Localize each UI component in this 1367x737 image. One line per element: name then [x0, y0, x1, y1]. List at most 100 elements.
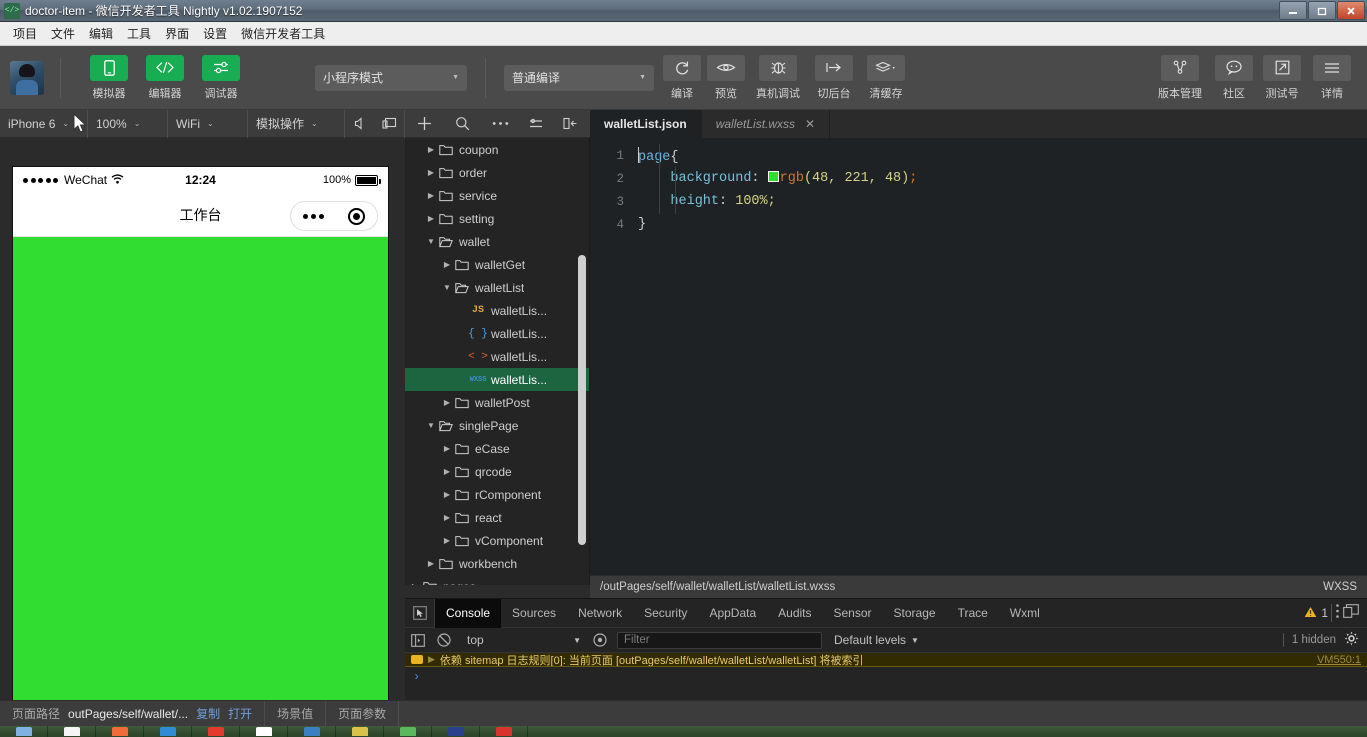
taskbar-app-white[interactable] [48, 726, 96, 737]
tree-item-walletList[interactable]: ▼ walletList [405, 276, 589, 299]
list-settings-icon[interactable] [519, 110, 553, 138]
console-filter-input[interactable]: Filter [617, 631, 822, 649]
menu-item-edit[interactable]: 编辑 [82, 22, 120, 45]
maximize-icon[interactable] [1308, 1, 1336, 20]
chevron-right-icon[interactable]: ▶ [441, 490, 453, 499]
console-output[interactable]: ▶ 依赖 sitemap 日志规则[0]: 当前页面 [outPages/sel… [405, 653, 1367, 699]
tree-item-singlePage[interactable]: ▼ singlePage [405, 414, 589, 437]
tree-item-react[interactable]: ▶ react [405, 506, 589, 529]
chevron-down-icon[interactable]: ▼ [425, 237, 437, 246]
tree-item-rComponent[interactable]: ▶ rComponent [405, 483, 589, 506]
editor-toggle-button[interactable]: 编辑器 [137, 54, 193, 101]
mode-select[interactable]: 小程序模式 ▼ [315, 64, 467, 91]
chevron-right-icon[interactable]: ▶ [441, 513, 453, 522]
console-message-source[interactable]: VM550:1 [1317, 654, 1361, 666]
community-button[interactable]: 社区 [1211, 54, 1257, 101]
search-icon[interactable] [443, 110, 481, 138]
chevron-down-icon[interactable]: ▼ [441, 283, 453, 292]
file-tree-panel[interactable]: ▶ coupon ▶ order ▶ service ▶ setting ▼ wallet ▶ wal… [405, 138, 590, 585]
details-button[interactable]: 详情 [1307, 54, 1357, 101]
code-area[interactable]: 1 page{ 2 background: rgb(48, 221, 48); … [590, 138, 1367, 236]
taskbar-app-navy[interactable] [432, 726, 480, 737]
debugger-toggle-button[interactable]: 调试器 [193, 54, 249, 101]
volume-icon[interactable] [345, 110, 375, 138]
chevron-right-icon[interactable]: ▶ [425, 145, 437, 154]
tree-item-service[interactable]: ▶ service [405, 184, 589, 207]
tree-item-eCase[interactable]: ▶ eCase [405, 437, 589, 460]
devtools-tab-trace[interactable]: Trace [947, 599, 999, 628]
taskbar-app-white-2[interactable] [240, 726, 288, 737]
editor-tab-walletlist-json[interactable]: walletList.json [590, 110, 702, 138]
console-prompt-row[interactable]: › [405, 667, 1367, 687]
sim-action-select[interactable]: 模拟操作 ⌄ [248, 109, 345, 138]
tree-item-walletGet[interactable]: ▶ walletGet [405, 253, 589, 276]
tree-item-walletLis---[interactable]: WXSS walletLis... [405, 368, 589, 391]
devtools-tab-network[interactable]: Network [567, 599, 633, 628]
status-badge[interactable]: 1 [1304, 606, 1328, 621]
chevron-right-icon[interactable]: ▶ [441, 398, 453, 407]
tree-item-qrcode[interactable]: ▶ qrcode [405, 460, 589, 483]
tree-item-walletLis---[interactable]: JS walletLis... [405, 299, 589, 322]
network-select[interactable]: WiFi ⌄ [168, 109, 248, 138]
kebab-menu-icon[interactable] [1335, 603, 1340, 624]
taskbar-app-blue-arrow[interactable] [288, 726, 336, 737]
chevron-right-icon[interactable]: ▶ [441, 260, 453, 269]
simulator-toggle-button[interactable]: 模拟器 [81, 54, 137, 101]
minimize-icon[interactable] [1279, 1, 1307, 20]
devtools-tab-audits[interactable]: Audits [767, 599, 822, 628]
compile-select[interactable]: 普通编译 ▼ [504, 64, 654, 91]
plus-icon[interactable] [405, 110, 443, 138]
menu-item-file[interactable]: 文件 [44, 22, 82, 45]
tree-item-vComponent[interactable]: ▶ vComponent [405, 529, 589, 552]
console-levels-select[interactable]: Default levels ▼ [822, 633, 919, 647]
dock-panel-icon[interactable] [1343, 603, 1359, 623]
open-path-button[interactable]: 打开 [228, 705, 252, 722]
taskbar-app-green[interactable] [384, 726, 432, 737]
chevron-right-icon[interactable]: ▶ [425, 214, 437, 223]
scene-value-cell[interactable]: 场景值 [265, 700, 327, 727]
page-params-cell[interactable]: 页面参数 [326, 700, 400, 727]
preview-button[interactable]: 预览 [704, 54, 748, 101]
chevron-down-icon[interactable]: ▼ [425, 421, 437, 430]
more-horizontal-icon[interactable] [481, 110, 519, 138]
chevron-right-icon[interactable]: ▶ [441, 536, 453, 545]
tree-item-walletLis---[interactable]: < > walletLis... [405, 345, 589, 368]
close-icon[interactable]: ✕ [805, 117, 815, 131]
chevron-right-icon[interactable]: ▶ [425, 191, 437, 200]
devtools-tab-storage[interactable]: Storage [883, 599, 947, 628]
device-select[interactable]: iPhone 6 ⌄ [0, 109, 88, 138]
menu-item-settings[interactable]: 设置 [196, 22, 234, 45]
console-message-warning[interactable]: ▶ 依赖 sitemap 日志规则[0]: 当前页面 [outPages/sel… [405, 653, 1367, 667]
tree-item-workbench[interactable]: ▶ workbench [405, 552, 589, 575]
taskbar-start-orb[interactable] [0, 726, 48, 737]
test-account-button[interactable]: 测试号 [1257, 54, 1307, 101]
inspect-cursor-icon[interactable] [405, 598, 435, 628]
menu-item-devtools[interactable]: 微信开发者工具 [234, 22, 332, 45]
real-device-debug-button[interactable]: 真机调试 [748, 54, 808, 101]
console-context-select[interactable]: top ▼ [457, 633, 587, 647]
chevron-right-icon[interactable]: ▶ [409, 582, 421, 585]
collapse-panel-icon[interactable] [553, 110, 587, 138]
user-avatar[interactable] [10, 60, 44, 95]
tree-item-pages[interactable]: ▶ pages [405, 575, 589, 585]
chevron-right-icon[interactable]: ▶ [441, 444, 453, 453]
wechat-capsule[interactable] [290, 201, 378, 231]
tree-item-setting[interactable]: ▶ setting [405, 207, 589, 230]
chevron-right-icon[interactable]: ▶ [425, 559, 437, 568]
taskbar-app-red-2[interactable] [480, 726, 528, 737]
menu-item-tools[interactable]: 工具 [120, 22, 158, 45]
devtools-tab-console[interactable]: Console [435, 598, 502, 628]
file-tree-scrollbar[interactable] [578, 255, 586, 545]
taskbar-app-blue[interactable] [144, 726, 192, 737]
background-switch-button[interactable]: 切后台 [808, 54, 860, 101]
editor-tab-walletlist-wxss[interactable]: walletList.wxss ✕ [702, 110, 831, 138]
more-dots-icon[interactable] [303, 213, 324, 219]
screen-rotate-icon[interactable] [375, 109, 405, 138]
copy-path-button[interactable]: 复制 [196, 705, 220, 722]
clear-cache-button[interactable]: 清缓存 [860, 54, 912, 101]
menu-item-project[interactable]: 项目 [6, 22, 44, 45]
devtools-tab-security[interactable]: Security [633, 599, 698, 628]
live-expression-icon[interactable] [587, 628, 613, 653]
tree-item-order[interactable]: ▶ order [405, 161, 589, 184]
devtools-tab-appdata[interactable]: AppData [698, 599, 767, 628]
